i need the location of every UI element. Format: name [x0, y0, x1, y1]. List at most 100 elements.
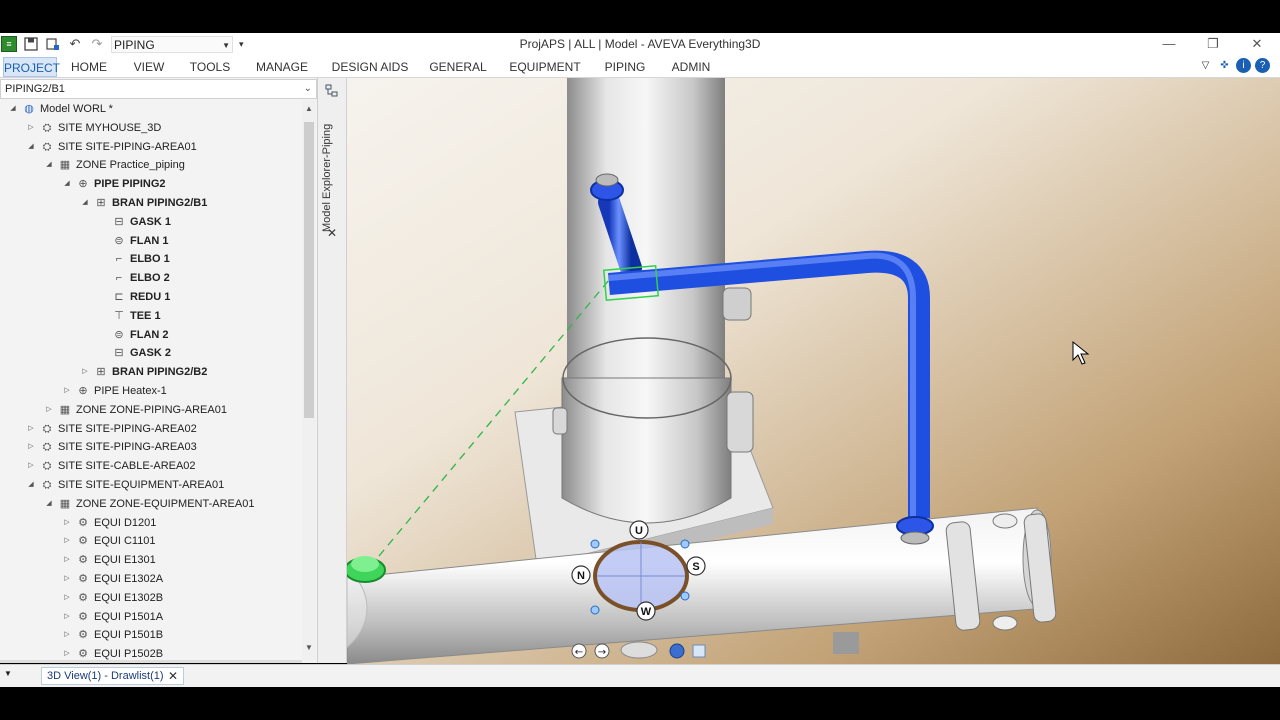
- tree-hscrollbar[interactable]: [0, 660, 302, 663]
- collapse-arrow-icon[interactable]: ◢: [26, 476, 36, 494]
- scroll-down-icon[interactable]: ▼: [302, 643, 316, 652]
- help-icon[interactable]: ?: [1255, 58, 1270, 73]
- minimize-button[interactable]: —: [1148, 33, 1190, 55]
- scroll-up-icon[interactable]: ▲: [302, 104, 316, 113]
- close-panel-icon[interactable]: ✕: [324, 226, 340, 240]
- close-view-icon[interactable]: ✕: [168, 668, 178, 684]
- ribbon-minimize-icon[interactable]: ▽: [1198, 58, 1213, 73]
- tree-scrollbar[interactable]: ▲ ▼: [302, 100, 316, 660]
- tree-item[interactable]: ⊏ REDU 1: [0, 288, 300, 306]
- customize-toolbar-icon[interactable]: ▾: [239, 39, 244, 50]
- expand-arrow-icon[interactable]: ▷: [26, 119, 36, 137]
- tree-item[interactable]: ◢ ▦ ZONE Practice_piping: [0, 156, 300, 174]
- tree-item[interactable]: ⊟ GASK 1: [0, 213, 300, 231]
- expand-arrow-icon[interactable]: ▷: [80, 363, 90, 381]
- collapse-arrow-icon[interactable]: ◢: [80, 194, 90, 212]
- tab-general[interactable]: GENERAL: [428, 57, 488, 77]
- tree-item[interactable]: ◢ ▦ ZONE ZONE-EQUIPMENT-AREA01: [0, 495, 300, 513]
- restore-button[interactable]: ❐: [1192, 33, 1234, 55]
- expand-arrow-icon[interactable]: ▷: [26, 438, 36, 456]
- tab-design-aids[interactable]: DESIGN AIDS: [330, 57, 410, 77]
- collapse-arrow-icon[interactable]: ◢: [44, 495, 54, 513]
- tab-equipment[interactable]: EQUIPMENT: [508, 57, 582, 77]
- tree-item[interactable]: ◢ ⊕ PIPE PIPING2: [0, 175, 300, 193]
- tab-piping[interactable]: PIPING: [600, 57, 650, 77]
- expand-arrow-icon[interactable]: ▷: [62, 514, 72, 532]
- compass-handle[interactable]: [680, 539, 690, 549]
- save-work-icon[interactable]: [45, 36, 61, 52]
- expand-arrow-icon[interactable]: ▷: [62, 608, 72, 626]
- tree-item[interactable]: ▷ ⚙ EQUI E1302A: [0, 570, 300, 588]
- 3d-scene[interactable]: U N S W ← →: [347, 78, 1280, 664]
- tree-item[interactable]: ◢ ⛭ SITE SITE-PIPING-AREA01: [0, 138, 300, 156]
- tab-view[interactable]: VIEW: [128, 57, 170, 77]
- tab-tools[interactable]: TOOLS: [186, 57, 234, 77]
- tree-item[interactable]: ⌐ ELBO 1: [0, 250, 300, 268]
- tree-item[interactable]: ⌐ ELBO 2: [0, 269, 300, 287]
- tree-item[interactable]: ◢ ⛭ SITE SITE-EQUIPMENT-AREA01: [0, 476, 300, 494]
- tree-item[interactable]: ⊤ TEE 1: [0, 307, 300, 325]
- app-menu-icon[interactable]: ≡: [1, 36, 17, 52]
- tab-home[interactable]: HOME: [66, 57, 112, 77]
- expand-arrow-icon[interactable]: ▷: [62, 532, 72, 550]
- globe-icon[interactable]: [669, 643, 685, 659]
- tree-item[interactable]: ⊜ FLAN 1: [0, 232, 300, 250]
- expand-arrow-icon[interactable]: ▷: [26, 420, 36, 438]
- tree-item[interactable]: ⊟ GASK 2: [0, 344, 300, 362]
- tree-item[interactable]: ▷ ▦ ZONE ZONE-PIPING-AREA01: [0, 401, 300, 419]
- tree-item[interactable]: ▷ ⛭ SITE SITE-PIPING-AREA03: [0, 438, 300, 456]
- tab-manage[interactable]: MANAGE: [252, 57, 312, 77]
- expand-arrow-icon[interactable]: ▷: [62, 570, 72, 588]
- view-list-dropdown-icon[interactable]: ▼: [4, 669, 12, 678]
- collapse-arrow-icon[interactable]: ◢: [8, 100, 18, 118]
- tree-item[interactable]: ▷ ⊕ PIPE Heatex-1: [0, 382, 300, 400]
- compass-handle[interactable]: [590, 605, 600, 615]
- save-icon[interactable]: [23, 36, 39, 52]
- tree-view-icon[interactable]: [325, 84, 339, 98]
- site-icon: ⛭: [42, 140, 52, 153]
- current-element-field[interactable]: PIPING2/B1 ⌄: [0, 79, 317, 99]
- undo-icon[interactable]: ↶: [67, 36, 83, 52]
- tree-item[interactable]: ▷ ⚙ EQUI P1501B: [0, 626, 300, 644]
- tree-item[interactable]: ▷ ⚙ EQUI E1302B: [0, 589, 300, 607]
- view-cube-icon[interactable]: [692, 644, 706, 658]
- tree-item[interactable]: ▷ ⛭ SITE SITE-CABLE-AREA02: [0, 457, 300, 475]
- tree-item[interactable]: ▷ ⚙ EQUI E1301: [0, 551, 300, 569]
- module-select[interactable]: PIPING ▼: [111, 35, 233, 53]
- elbow-icon: ⌐: [115, 272, 123, 285]
- tab-3d-view[interactable]: 3D View(1) - Drawlist(1) ✕: [41, 667, 184, 685]
- tree-item[interactable]: ◢ ◍ Model WORL *: [0, 100, 300, 118]
- tree-item[interactable]: ▷ ⚙ EQUI D1201: [0, 514, 300, 532]
- flange-icon: ⊜: [114, 328, 124, 341]
- tree-item[interactable]: ▷ ⚙ EQUI C1101: [0, 532, 300, 550]
- tree-item[interactable]: ⊜ FLAN 2: [0, 326, 300, 344]
- 3d-viewport[interactable]: U N S W ← →: [347, 78, 1280, 664]
- model-explorer-tab-label[interactable]: Model Explorer-Piping: [321, 102, 341, 232]
- settings-crosshair-icon[interactable]: ✜: [1217, 58, 1232, 73]
- collapse-arrow-icon[interactable]: ◢: [26, 138, 36, 156]
- expand-arrow-icon[interactable]: ▷: [62, 551, 72, 569]
- tree-item[interactable]: ▷ ⊞ BRAN PIPING2/B2: [0, 363, 300, 381]
- tree-item[interactable]: ▷ ⛭ SITE SITE-PIPING-AREA02: [0, 420, 300, 438]
- close-button[interactable]: ✕: [1236, 33, 1278, 55]
- info-icon[interactable]: i: [1236, 58, 1251, 73]
- tree-item[interactable]: ▷ ⛭ SITE MYHOUSE_3D: [0, 119, 300, 137]
- tree-item-label: EQUI P1501B: [94, 629, 164, 642]
- tab-admin[interactable]: ADMIN: [668, 57, 714, 77]
- expand-arrow-icon[interactable]: ▷: [62, 626, 72, 644]
- tree-item[interactable]: ▷ ⚙ EQUI P1502B: [0, 645, 300, 660]
- expand-arrow-icon[interactable]: ▷: [26, 457, 36, 475]
- redo-icon[interactable]: ↷: [89, 36, 105, 52]
- scrollbar-thumb[interactable]: [304, 122, 314, 418]
- expand-arrow-icon[interactable]: ▷: [62, 589, 72, 607]
- collapse-arrow-icon[interactable]: ◢: [44, 156, 54, 174]
- compass-handle[interactable]: [680, 591, 690, 601]
- tree-item[interactable]: ▷ ⚙ EQUI P1501A: [0, 608, 300, 626]
- collapse-arrow-icon[interactable]: ◢: [62, 175, 72, 193]
- expand-arrow-icon[interactable]: ▷: [62, 645, 72, 660]
- tree-item[interactable]: ◢ ⊞ BRAN PIPING2/B1: [0, 194, 300, 212]
- expand-arrow-icon[interactable]: ▷: [62, 382, 72, 400]
- tab-project[interactable]: PROJECT: [3, 57, 60, 77]
- expand-arrow-icon[interactable]: ▷: [44, 401, 54, 419]
- compass-handle[interactable]: [590, 539, 600, 549]
